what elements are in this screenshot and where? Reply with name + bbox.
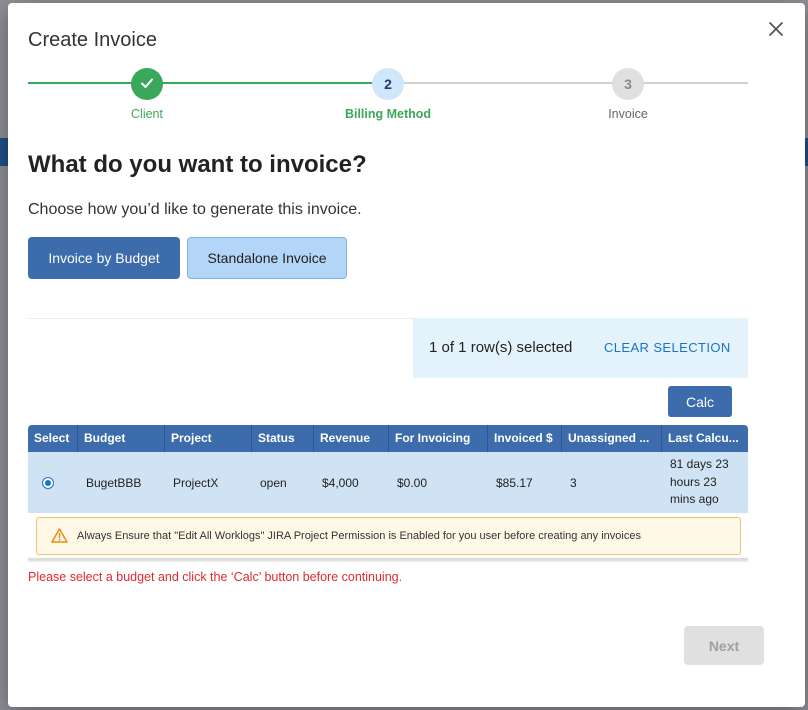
column-header-invoiced[interactable]: Invoiced $	[488, 425, 562, 452]
stepper-line-pending	[388, 82, 748, 84]
cell-invoiced: $85.17	[496, 475, 533, 490]
step-client-circle	[131, 68, 163, 100]
close-button[interactable]	[764, 19, 788, 43]
table-row[interactable]: BugetBBB ProjectX open $4,000 $0.00 $85.…	[28, 452, 748, 513]
dialog-title: Create Invoice	[28, 29, 157, 51]
clear-selection-button[interactable]: CLEAR SELECTION	[604, 340, 731, 355]
step-invoice-label: Invoice	[608, 107, 648, 121]
question-heading: What do you want to invoice?	[28, 151, 367, 178]
background-strip-left	[0, 138, 8, 166]
close-icon	[768, 21, 784, 42]
cell-project: ProjectX	[173, 475, 219, 490]
invoice-by-budget-button[interactable]: Invoice by Budget	[28, 237, 180, 279]
step-billing-label: Billing Method	[344, 107, 432, 121]
calc-button[interactable]: Calc	[668, 386, 732, 417]
row-select-radio[interactable]	[42, 476, 54, 489]
column-header-unassigned[interactable]: Unassigned ...	[562, 425, 662, 452]
row-select-cell	[28, 452, 78, 513]
column-header-select[interactable]: Select	[28, 425, 78, 452]
step-billing-circle: 2	[372, 68, 404, 100]
step-client-label: Client	[131, 107, 163, 121]
create-invoice-dialog: Create Invoice Client 2 Billing Method 3…	[8, 3, 805, 707]
stepper-line-complete	[28, 82, 388, 84]
column-header-project[interactable]: Project	[165, 425, 252, 452]
cell-status: open	[260, 475, 287, 490]
next-button[interactable]: Next	[684, 626, 764, 665]
instruction-text: Choose how you’d like to generate this i…	[28, 201, 362, 218]
column-header-last-calculated[interactable]: Last Calcu...	[662, 425, 748, 452]
radio-selected-dot	[45, 479, 51, 486]
column-header-status[interactable]: Status	[252, 425, 314, 452]
step-invoice-circle: 3	[612, 68, 644, 100]
validation-error: Please select a budget and click the ‘Ca…	[28, 570, 403, 584]
table-header: Select Budget Project Status Revenue For…	[28, 425, 748, 452]
selection-count: 1 of 1 row(s) selected	[429, 339, 573, 356]
selection-bar: 1 of 1 row(s) selected CLEAR SELECTION	[413, 318, 748, 378]
cell-budget: BugetBBB	[86, 475, 142, 490]
cell-for-invoicing: $0.00	[397, 475, 428, 490]
cell-unassigned: 3	[570, 475, 577, 490]
checkmark-icon	[139, 75, 155, 94]
cell-last-calculated: 81 days 23 hours 23 mins ago	[670, 457, 729, 507]
budget-table: Select Budget Project Status Revenue For…	[28, 425, 748, 513]
cell-revenue: $4,000	[322, 475, 359, 490]
column-header-for-invoicing[interactable]: For Invoicing	[389, 425, 488, 452]
table-bottom-edge	[28, 558, 748, 560]
permission-warning: Always Ensure that "Edit All Worklogs" J…	[36, 517, 741, 555]
column-header-revenue[interactable]: Revenue	[314, 425, 389, 452]
warning-message: Always Ensure that "Edit All Worklogs" J…	[77, 530, 641, 542]
column-header-budget[interactable]: Budget	[78, 425, 165, 452]
standalone-invoice-button[interactable]: Standalone Invoice	[187, 237, 347, 279]
warning-icon	[51, 528, 68, 548]
